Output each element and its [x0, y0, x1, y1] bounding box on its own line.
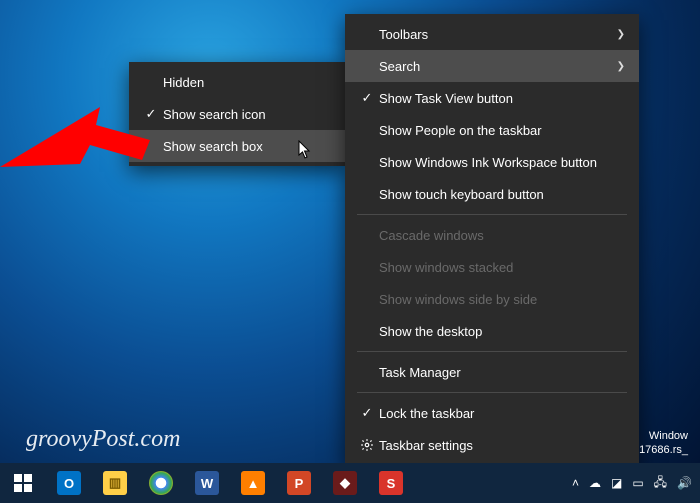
menuitem-label: Show Task View button: [379, 91, 625, 106]
menuitem-hidden[interactable]: Hidden: [129, 66, 345, 98]
menuitem-show-ink-workspace[interactable]: Show Windows Ink Workspace button: [345, 146, 639, 178]
submenu-arrow-icon: ❯: [617, 29, 625, 40]
menuitem-show-windows-side-by-side: Show windows side by side: [345, 283, 639, 315]
system-tray[interactable]: ˄ ☁ ◪ ▭ 🖧 🔊: [564, 473, 700, 494]
menuitem-label: Show windows stacked: [379, 260, 625, 275]
watermark-text: groovyPost.com: [26, 426, 180, 453]
check-icon: [355, 90, 379, 106]
annotation-arrow: [0, 92, 150, 182]
menuitem-label: Show Windows Ink Workspace button: [379, 155, 625, 170]
menuitem-search[interactable]: Search ❯: [345, 50, 639, 82]
taskbar-app-chrome[interactable]: [138, 463, 184, 503]
taskbar-app-vlc[interactable]: ▲: [230, 463, 276, 503]
menuitem-show-search-icon[interactable]: Show search icon: [129, 98, 345, 130]
menuitem-label: Show search icon: [163, 107, 331, 122]
menuitem-show-the-desktop[interactable]: Show the desktop: [345, 315, 639, 347]
menuitem-label: Hidden: [163, 75, 331, 90]
taskbar-app-powerpoint[interactable]: P: [276, 463, 322, 503]
tray-volume-icon[interactable]: 🔊: [677, 476, 692, 490]
menu-separator: [357, 392, 627, 393]
taskbar-app-word[interactable]: W: [184, 463, 230, 503]
menuitem-show-search-box[interactable]: Show search box: [129, 130, 345, 162]
taskbar[interactable]: O ▥ W ▲ P ◆ S ˄ ☁ ◪ ▭ 🖧 🔊: [0, 463, 700, 503]
build-line2: 17686.rs_: [639, 443, 688, 457]
menuitem-show-windows-stacked: Show windows stacked: [345, 251, 639, 283]
menuitem-label: Lock the taskbar: [379, 406, 625, 421]
submenu-arrow-icon: ❯: [617, 61, 625, 72]
menuitem-taskbar-settings[interactable]: Taskbar settings: [345, 429, 639, 461]
windows-logo-icon: [14, 474, 32, 492]
menuitem-show-people[interactable]: Show People on the taskbar: [345, 114, 639, 146]
taskbar-context-menu[interactable]: Toolbars ❯ Search ❯ Show Task View butto…: [345, 14, 639, 465]
menuitem-cascade-windows: Cascade windows: [345, 219, 639, 251]
taskbar-app-generic[interactable]: ◆: [322, 463, 368, 503]
menuitem-show-touch-keyboard[interactable]: Show touch keyboard button: [345, 178, 639, 210]
tray-unknown-icon[interactable]: ◪: [611, 476, 622, 490]
gear-icon: [355, 438, 379, 452]
menuitem-label: Cascade windows: [379, 228, 625, 243]
tray-security-icon[interactable]: ▭: [632, 476, 643, 490]
menu-separator: [357, 214, 627, 215]
menuitem-task-manager[interactable]: Task Manager: [345, 356, 639, 388]
build-info: Window 17686.rs_: [639, 429, 688, 457]
menuitem-label: Show the desktop: [379, 324, 625, 339]
menuitem-toolbars[interactable]: Toolbars ❯: [345, 18, 639, 50]
menu-separator: [357, 351, 627, 352]
menuitem-label: Show windows side by side: [379, 292, 625, 307]
menuitem-label: Show People on the taskbar: [379, 123, 625, 138]
taskbar-app-snagit[interactable]: S: [368, 463, 414, 503]
taskbar-app-file-explorer[interactable]: ▥: [92, 463, 138, 503]
menuitem-lock-taskbar[interactable]: Lock the taskbar: [345, 397, 639, 429]
taskbar-app-outlook[interactable]: O: [46, 463, 92, 503]
check-icon: [355, 405, 379, 421]
tray-onedrive-icon[interactable]: ☁: [589, 476, 601, 490]
menuitem-label: Toolbars: [379, 27, 617, 42]
menuitem-label: Show touch keyboard button: [379, 187, 625, 202]
menuitem-label: Task Manager: [379, 365, 625, 380]
start-button[interactable]: [0, 463, 46, 503]
menuitem-show-task-view[interactable]: Show Task View button: [345, 82, 639, 114]
tray-up-icon[interactable]: ˄: [572, 476, 579, 490]
build-line1: Window: [639, 429, 688, 443]
search-submenu[interactable]: Hidden Show search icon Show search box: [129, 62, 345, 166]
cursor-icon: [298, 140, 312, 160]
menuitem-label: Taskbar settings: [379, 438, 625, 453]
tray-network-icon[interactable]: 🖧: [654, 473, 667, 494]
menuitem-label: Search: [379, 59, 617, 74]
